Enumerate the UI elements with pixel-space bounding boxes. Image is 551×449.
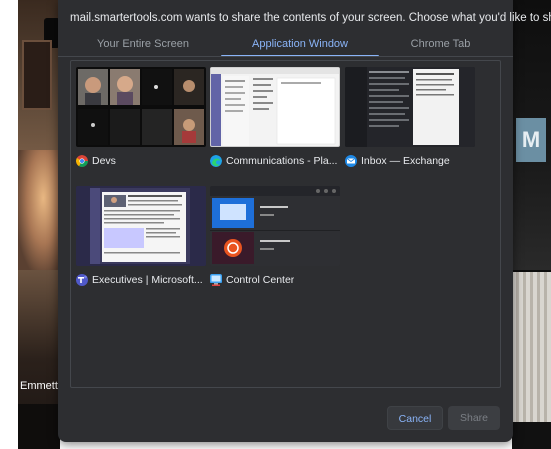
window-item-label-row: Control Center	[210, 272, 340, 288]
dialog-footer: Cancel Share	[58, 400, 513, 438]
wall-picture-frame	[22, 40, 52, 110]
tab-chrome-tab[interactable]: Chrome Tab	[383, 35, 498, 57]
window-list: Devs Communications - Pla... Inbox — Exc…	[70, 60, 501, 388]
window-thumbnail	[345, 67, 475, 147]
share-button[interactable]: Share	[448, 406, 500, 430]
control-center-icon	[210, 274, 222, 286]
cancel-button[interactable]: Cancel	[387, 406, 443, 430]
floor-shadow	[18, 404, 60, 449]
window-title: Executives | Microsoft...	[92, 274, 203, 286]
dialog-title: mail.smartertools.com wants to share the…	[70, 12, 551, 24]
participant-video-right: M	[512, 0, 551, 449]
window-item-control-center[interactable]: Control Center	[210, 186, 340, 296]
window-item-executives[interactable]: Executives | Microsoft...	[76, 186, 206, 296]
window-item-label-row: Inbox — Exchange	[345, 153, 475, 169]
tab-application-window[interactable]: Application Window	[221, 35, 379, 57]
floor-dark	[512, 422, 551, 449]
share-source-tabs: Your Entire Screen Application Window Ch…	[58, 35, 513, 57]
app-window-thumbnail	[76, 186, 206, 266]
window-title: Communications - Pla...	[226, 155, 338, 167]
window-title: Inbox — Exchange	[361, 155, 450, 167]
tab-entire-screen[interactable]: Your Entire Screen	[68, 35, 218, 57]
window-thumbnail	[76, 186, 206, 266]
edge-icon	[210, 155, 222, 167]
share-screen-dialog: mail.smartertools.com wants to share the…	[58, 0, 551, 442]
window-thumbnail	[210, 186, 340, 266]
chrome-icon	[76, 155, 88, 167]
window-item-communications[interactable]: Communications - Pla...	[210, 67, 340, 177]
tabs-divider	[58, 56, 513, 57]
participant-avatar-tile: M	[516, 118, 546, 162]
window-title: Devs	[92, 155, 116, 167]
app-window-thumbnail	[345, 67, 475, 147]
mail-icon	[345, 155, 357, 167]
window-blinds	[512, 272, 551, 422]
window-item-label-row: Communications - Pla...	[210, 153, 340, 169]
window-item-inbox-exchange[interactable]: Inbox — Exchange	[345, 67, 475, 177]
lamp-glow	[18, 150, 60, 270]
video-grid-thumbnail	[78, 69, 204, 145]
window-thumbnail	[210, 67, 340, 147]
window-item-label-row: Executives | Microsoft...	[76, 272, 206, 288]
window-thumbnail	[76, 67, 206, 147]
window-item-label-row: Devs	[76, 153, 206, 169]
window-title: Control Center	[226, 274, 295, 286]
app-window-thumbnail	[210, 186, 340, 266]
window-item-devs[interactable]: Devs	[76, 67, 206, 177]
participant-name-label: Emmett	[20, 380, 58, 392]
teams-icon	[76, 274, 88, 286]
app-window-thumbnail	[211, 68, 339, 146]
